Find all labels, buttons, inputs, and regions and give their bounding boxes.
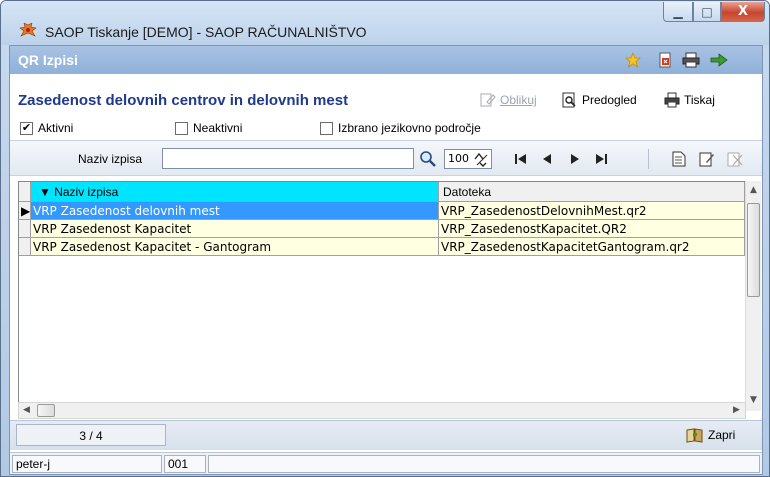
column-header-naziv[interactable]: ▼ Naziv izpisa <box>31 182 439 202</box>
aktivni-check-mark: ✔ <box>20 121 33 135</box>
table-cell-datoteka[interactable]: VRP_ZasedenostKapacitet.QR2 <box>439 220 745 238</box>
oblikuj-button[interactable]: Oblikuj <box>480 92 537 108</box>
zapri-button[interactable]: Zapri <box>686 427 735 443</box>
predogled-button[interactable]: Predogled <box>562 92 637 108</box>
previous-record-icon[interactable] <box>538 150 556 168</box>
predogled-label: Predogled <box>582 93 637 107</box>
vertical-scrollbar[interactable]: ▲ ▼ <box>745 181 761 411</box>
panel-header: QR Izpisi <box>10 46 762 74</box>
row-pointer-icon: ▶ <box>19 202 31 220</box>
table-cell-naziv[interactable]: VRP Zasedenost Kapacitet - Gantogram <box>31 238 439 256</box>
spinner-icon[interactable] <box>473 151 489 167</box>
vertical-scroll-thumb[interactable] <box>747 203 760 297</box>
oblikuj-label: Oblikuj <box>500 93 537 107</box>
first-record-icon[interactable] <box>512 150 530 168</box>
row-indicator-header <box>19 182 31 202</box>
aktivni-checkbox[interactable]: ✔ Aktivni <box>20 121 73 135</box>
tiskaj-label: Tiskaj <box>684 93 715 107</box>
exit-arrow-icon[interactable] <box>710 51 728 69</box>
page-size-value: 100 <box>448 152 469 165</box>
user-status-bar: peter-j 001 <box>10 452 762 474</box>
search-label: Naziv izpisa <box>78 152 143 166</box>
report-heading: Zasedenost delovnih centrov in delovnih … <box>18 92 349 109</box>
design-pencil-icon <box>480 92 496 108</box>
table-row[interactable]: VRP Zasedenost Kapacitet - Gantogram VRP… <box>19 238 745 256</box>
minimize-button[interactable]: ▁ <box>663 2 693 22</box>
neaktivni-checkbox[interactable]: Neaktivni <box>175 121 242 135</box>
printer-icon <box>664 92 680 108</box>
aktivni-label: Aktivni <box>38 121 74 135</box>
printer-settings-icon[interactable] <box>682 51 700 69</box>
record-counter: 3 / 4 <box>16 424 166 446</box>
next-record-icon[interactable] <box>566 150 584 168</box>
close-button[interactable]: X <box>721 2 765 22</box>
zapri-label: Zapri <box>708 428 736 442</box>
scroll-up-icon[interactable]: ▲ <box>750 185 757 195</box>
toolbar-separator <box>648 149 649 169</box>
table-cell-datoteka[interactable]: VRP_ZasedenostDelovnihMest.qr2 <box>439 202 745 220</box>
maximize-icon: □ <box>701 4 713 19</box>
new-document-icon[interactable] <box>670 150 688 168</box>
sort-desc-icon: ▼ <box>39 185 55 199</box>
title-bar: SAOP Tiskanje [DEMO] - SAOP RAČUNALNIŠTV… <box>1 1 769 45</box>
status-message <box>208 455 760 473</box>
scroll-right-icon[interactable]: ▶ <box>733 405 740 415</box>
reports-table[interactable]: ▼ Naziv izpisa Datoteka ▶ VRP Zasedenost… <box>18 181 755 403</box>
report-section: Zasedenost delovnih centrov in delovnih … <box>10 74 762 140</box>
search-toolbar: Naziv izpisa 100 <box>10 140 762 176</box>
table-row[interactable]: VRP Zasedenost Kapacitet VRP_ZasedenostK… <box>19 220 745 238</box>
navigation-status-bar: 3 / 4 Zapri <box>10 420 762 450</box>
jezik-checkbox[interactable]: Izbrano jezikovno področje <box>320 121 481 135</box>
search-input[interactable] <box>162 148 414 169</box>
app-logo-icon <box>19 23 37 37</box>
table-row[interactable]: ▶ VRP Zasedenost delovnih mest VRP_Zased… <box>19 202 745 220</box>
scroll-left-icon[interactable]: ◀ <box>23 405 30 415</box>
main-window: SAOP Tiskanje [DEMO] - SAOP RAČUNALNIŠTV… <box>0 0 770 477</box>
horizontal-scroll-thumb[interactable] <box>37 404 55 417</box>
horizontal-scrollbar[interactable]: ◀ ▶ <box>18 402 746 419</box>
close-icon: X <box>737 4 749 19</box>
company-code: 001 <box>164 455 206 473</box>
tiskaj-button[interactable]: Tiskaj <box>664 92 715 108</box>
delete-document-icon[interactable] <box>726 150 744 168</box>
neaktivni-label: Neaktivni <box>193 121 243 135</box>
minimize-icon: ▁ <box>673 4 683 19</box>
edit-document-icon[interactable] <box>698 150 716 168</box>
scroll-down-icon[interactable]: ▼ <box>750 395 757 405</box>
table-cell-naziv[interactable]: VRP Zasedenost Kapacitet <box>31 220 439 238</box>
search-icon[interactable] <box>419 150 437 168</box>
user-name: peter-j <box>12 455 162 473</box>
preview-magnifier-icon <box>562 92 578 108</box>
maximize-button[interactable]: □ <box>693 2 721 22</box>
export-document-icon[interactable] <box>656 51 674 69</box>
close-book-icon <box>686 428 703 443</box>
favorite-star-icon[interactable] <box>624 51 642 69</box>
last-record-icon[interactable] <box>592 150 610 168</box>
column-header-datoteka[interactable]: Datoteka <box>439 182 745 202</box>
page-size-field[interactable]: 100 <box>444 149 492 169</box>
panel-title: QR Izpisi <box>18 52 78 68</box>
table-cell-naziv[interactable]: VRP Zasedenost delovnih mest <box>31 202 439 220</box>
window-title: SAOP Tiskanje [DEMO] - SAOP RAČUNALNIŠTV… <box>45 24 367 40</box>
table-cell-datoteka[interactable]: VRP_ZasedenostKapacitetGantogram.qr2 <box>439 238 745 256</box>
client-area: QR Izpisi Zasedenost delovnih centrov in… <box>9 45 763 475</box>
jezik-label: Izbrano jezikovno področje <box>338 121 481 135</box>
